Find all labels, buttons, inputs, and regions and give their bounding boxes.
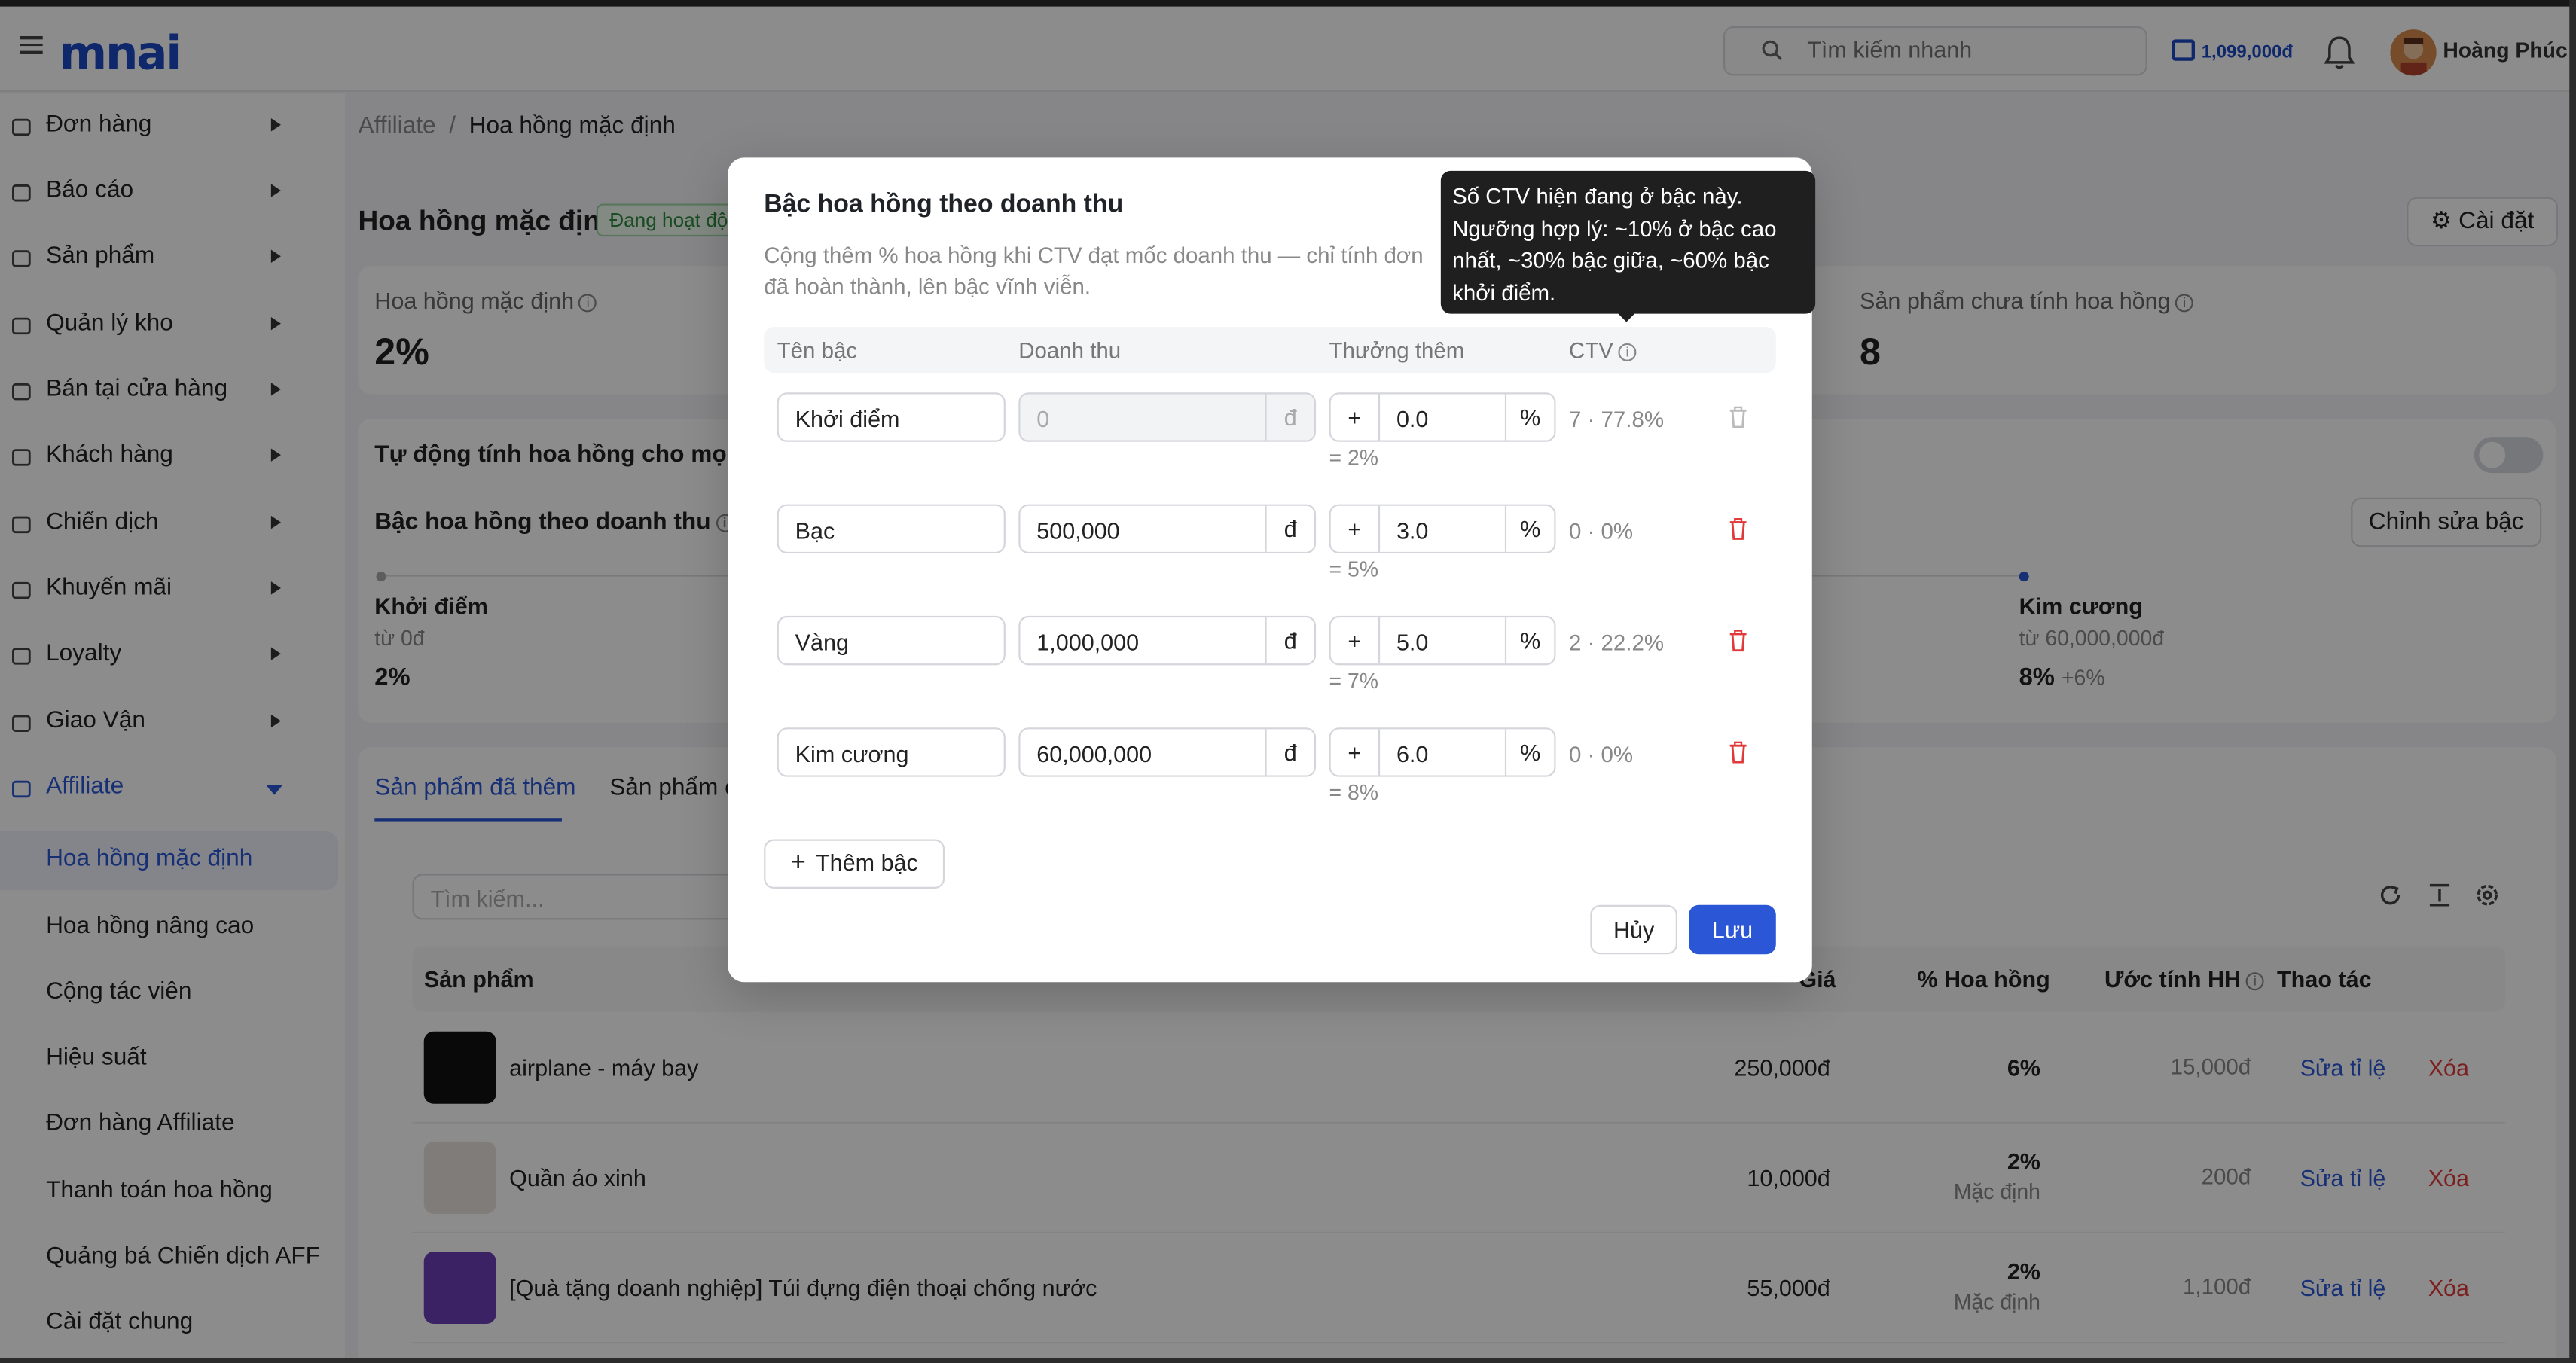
tier-name-value: Khởi điểm (795, 405, 900, 432)
trash-icon[interactable] (1729, 629, 1748, 652)
modal-title: Bậc hoa hồng theo doanh thu (764, 191, 1124, 219)
trash-icon (1729, 406, 1748, 429)
tier-total-percent: = 2% (1329, 445, 1378, 470)
currency-unit: đ (1265, 617, 1314, 664)
tier-name-value: Bạc (795, 517, 835, 544)
modal-column-ctv: CTV i (1569, 338, 1637, 363)
percent-unit: % (1504, 617, 1554, 664)
tier-name-value: Kim cương (795, 740, 909, 767)
trash-icon[interactable] (1729, 517, 1748, 541)
currency-unit: đ (1265, 729, 1314, 776)
add-tier-label: Thêm bậc (816, 849, 918, 876)
tier-bonus-field[interactable]: +5.0% (1329, 615, 1556, 666)
window-frame-bottom (0, 1358, 2576, 1363)
tier-name-value: Vàng (795, 629, 849, 656)
trash-icon[interactable] (1729, 741, 1748, 764)
tier-bonus-value: 0.0 (1396, 405, 1429, 432)
ctv-tooltip: Số CTV hiện đang ở bậc này. Ngưỡng hợp l… (1440, 170, 1816, 314)
tier-revenue-value: 500,000 (1036, 517, 1120, 544)
tier-ctv-count: 0 · 0% (1568, 519, 1634, 544)
tier-bonus-field[interactable]: +6.0% (1329, 727, 1556, 777)
tier-bonus-field[interactable]: +0.0% (1329, 392, 1556, 442)
tier-name-field[interactable]: Bạc (777, 504, 1006, 554)
tier-ctv-count: 2 · 22.2% (1568, 630, 1665, 656)
percent-unit: % (1504, 505, 1554, 552)
plus-prefix: + (1331, 505, 1381, 552)
percent-unit: % (1504, 394, 1554, 441)
modal-column-bonus: Thưởng thêm (1329, 338, 1465, 364)
tier-ctv-count: 0 · 0% (1568, 742, 1634, 767)
tier-ctv-count: 7 · 77.8% (1568, 407, 1665, 432)
modal-column-revenue: Doanh thu (1018, 338, 1122, 364)
add-tier-button[interactable]: + Thêm bậc (764, 839, 945, 889)
tier-name-field[interactable]: Vàng (777, 615, 1006, 666)
tier-total-percent: = 5% (1329, 556, 1378, 582)
save-button[interactable]: Lưu (1689, 904, 1776, 955)
tier-revenue-value: 60,000,000 (1036, 740, 1152, 767)
tier-bonus-field[interactable]: +3.0% (1329, 504, 1556, 554)
tier-revenue-field[interactable]: 60,000,000 đ (1018, 727, 1317, 777)
currency-unit: đ (1265, 505, 1314, 552)
tier-revenue-value: 1,000,000 (1036, 629, 1140, 656)
plus-icon: + (790, 849, 806, 877)
tier-revenue-value: 0 (1036, 405, 1050, 432)
cancel-button[interactable]: Hủy (1590, 904, 1677, 955)
window-frame-right (2569, 0, 2576, 1363)
tier-name-field[interactable]: Khởi điểm (777, 392, 1006, 442)
tier-bonus-value: 6.0 (1396, 740, 1429, 767)
app-root: mnai 1,099,000đ Hoàng Phúc Đơn hàngBáo c… (0, 0, 2576, 1363)
tier-revenue-field[interactable]: 1,000,000 đ (1018, 615, 1317, 666)
tier-name-field[interactable]: Kim cương (777, 727, 1006, 777)
modal-column-name: Tên bậc (777, 338, 858, 364)
percent-unit: % (1504, 729, 1554, 776)
tier-revenue-field: 0đ (1018, 392, 1317, 442)
plus-prefix: + (1331, 729, 1381, 776)
plus-prefix: + (1331, 617, 1381, 664)
tier-revenue-field[interactable]: 500,000 đ (1018, 504, 1317, 554)
currency-unit: đ (1265, 394, 1314, 441)
info-icon[interactable]: i (1618, 343, 1637, 361)
plus-prefix: + (1331, 394, 1381, 441)
tooltip-arrow (1616, 312, 1637, 322)
tier-total-percent: = 7% (1329, 668, 1378, 694)
tier-total-percent: = 8% (1329, 780, 1378, 805)
tier-bonus-value: 5.0 (1396, 629, 1429, 656)
tier-bonus-value: 3.0 (1396, 517, 1429, 544)
modal-description: Cộng thêm % hoa hồng khi CTV đạt mốc doa… (764, 242, 1424, 299)
